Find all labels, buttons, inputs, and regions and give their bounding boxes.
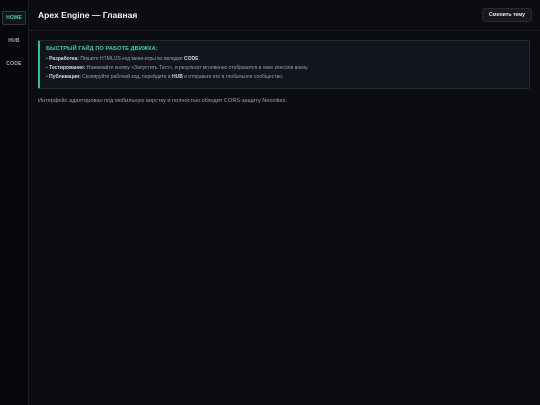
sidebar-item-hub[interactable]: HUB	[2, 34, 26, 48]
quick-guide-panel: БЫСТРЫЙ ГАЙД ПО РАБОТЕ ДВИЖКА: • Разрабо…	[38, 40, 530, 89]
bullet: •	[46, 74, 48, 80]
guide-item-testing: • Тестирование: Нажимайте кнопку «Запуст…	[46, 64, 522, 73]
sidebar: HOME HUB CODE	[0, 0, 29, 405]
guide-item-publishing: • Публикация: Скопируйте рабочий код, пе…	[46, 73, 522, 82]
guide-title: БЫСТРЫЙ ГАЙД ПО РАБОТЕ ДВИЖКА:	[46, 46, 158, 52]
guide-item-keyword: HUB	[172, 74, 183, 80]
guide-item-label: Разработка:	[49, 56, 80, 62]
sidebar-item-code[interactable]: CODE	[2, 57, 26, 71]
change-theme-button[interactable]: Сменить тему	[482, 8, 532, 22]
guide-item-keyword: CODE	[183, 56, 199, 62]
info-note: Интерфейс адаптирован под мобильную верс…	[38, 98, 287, 104]
guide-item-label: Тестирование:	[49, 65, 86, 71]
guide-item-text: Скопируйте рабочий код, перейдите в	[80, 74, 173, 80]
app-window: HOME HUB CODE Apex Engine — Главная Смен…	[0, 0, 540, 405]
guide-item-development: • Разработка: Пишите HTML/JS код мини-иг…	[46, 55, 522, 64]
content: БЫСТРЫЙ ГАЙД ПО РАБОТЕ ДВИЖКА: • Разрабо…	[29, 31, 540, 104]
guide-item-text: Пишите HTML/JS код мини-игры во вкладке	[79, 56, 184, 62]
bullet: •	[46, 56, 48, 62]
header: Apex Engine — Главная Сменить тему	[29, 0, 540, 31]
sidebar-item-home[interactable]: HOME	[2, 11, 26, 25]
guide-item-text: Нажимайте кнопку «Запустить Тест», и рез…	[85, 65, 309, 71]
guide-item-text-end: .	[198, 56, 200, 62]
guide-item-text-end: и отправьте его в глобальное сообщество.	[182, 74, 284, 80]
bullet: •	[46, 65, 48, 71]
main-area: Apex Engine — Главная Сменить тему БЫСТР…	[29, 0, 540, 405]
guide-item-label: Публикация:	[49, 74, 81, 80]
page-title: Apex Engine — Главная	[38, 10, 138, 20]
